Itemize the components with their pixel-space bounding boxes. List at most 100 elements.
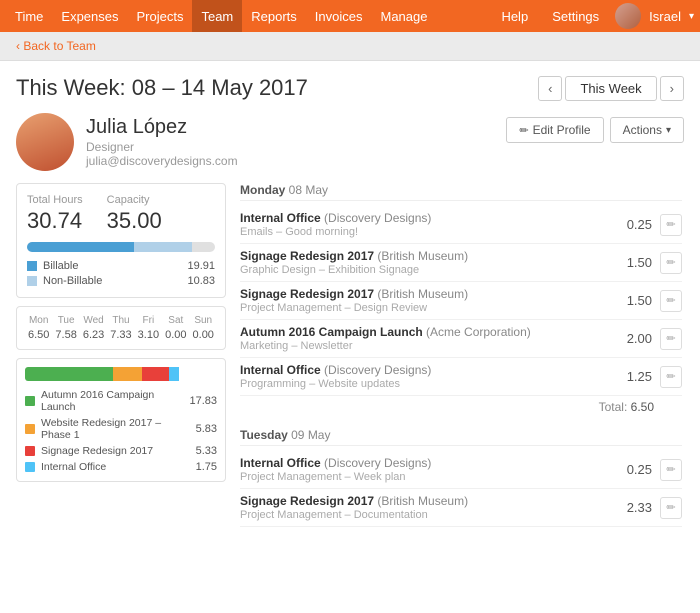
back-to-team-link[interactable]: ‹ Back to Team (16, 39, 96, 53)
entry-client: (British Museum) (377, 494, 468, 508)
breakdown-dot (25, 424, 35, 434)
entry-edit-button[interactable]: ✏ (660, 290, 682, 312)
breakdown-bar (25, 367, 217, 381)
profile-role: Designer (86, 140, 238, 154)
entry-info: Signage Redesign 2017 (British Museum) P… (240, 287, 614, 314)
nav-username[interactable]: Israel (649, 9, 681, 24)
time-entry: Signage Redesign 2017 (British Museum) P… (240, 282, 682, 320)
nav-item-expenses[interactable]: Expenses (52, 0, 127, 32)
pencil-icon: ✏ (519, 124, 528, 137)
entry-sub: Graphic Design – Exhibition Signage (240, 264, 614, 276)
nav-item-team[interactable]: Team (192, 0, 242, 32)
breakdown-legend-item: Signage Redesign 2017 5.33 (25, 445, 217, 457)
entry-edit-button[interactable]: ✏ (660, 214, 682, 236)
breakdown-legend-item: Autumn 2016 Campaign Launch 17.83 (25, 389, 217, 413)
entry-hours: 0.25 (622, 462, 652, 477)
time-entry: Signage Redesign 2017 (British Museum) P… (240, 489, 682, 527)
nonbillable-fill (134, 242, 192, 252)
week-title: This Week: 08 – 14 May 2017 (16, 75, 308, 101)
breakdown-label: Website Redesign 2017 – Phase 1 (41, 417, 190, 441)
day-label: Tue (53, 315, 79, 326)
day-value: 6.50 (26, 329, 52, 341)
day-label: Sun (190, 315, 216, 326)
edit-profile-button[interactable]: ✏ Edit Profile (506, 117, 603, 143)
entry-info: Signage Redesign 2017 (British Museum) P… (240, 494, 614, 521)
entry-info: Internal Office (Discovery Designs) Proj… (240, 456, 614, 483)
profile-email: julia@discoverydesigns.com (86, 154, 238, 168)
nav-item-time[interactable]: Time (6, 0, 52, 32)
entry-sub: Project Management – Documentation (240, 509, 614, 521)
time-entry: Autumn 2016 Campaign Launch (Acme Corpor… (240, 320, 682, 358)
billable-legend-dot (27, 261, 37, 271)
breakdown-bar-segment (25, 367, 113, 381)
entry-sub: Programming – Website updates (240, 378, 614, 390)
breakdown-value: 17.83 (189, 395, 217, 407)
entry-edit-button[interactable]: ✏ (660, 366, 682, 388)
prev-week-button[interactable]: ‹ (538, 76, 562, 101)
total-value: 6.50 (631, 400, 654, 414)
entry-info: Internal Office (Discovery Designs) Emai… (240, 211, 614, 238)
nav-help[interactable]: Help (493, 0, 536, 32)
entry-edit-button[interactable]: ✏ (660, 459, 682, 481)
nav-item-invoices[interactable]: Invoices (306, 0, 372, 32)
day-label: Mon (26, 315, 52, 326)
capacity-value: 35.00 (107, 208, 162, 234)
entry-client: (Discovery Designs) (324, 211, 431, 225)
entry-edit-button[interactable]: ✏ (660, 252, 682, 274)
nav-item-manage[interactable]: Manage (372, 0, 437, 32)
time-entry: Internal Office (Discovery Designs) Emai… (240, 206, 682, 244)
breakdown-bar-segment (142, 367, 169, 381)
profile-name: Julia López (86, 116, 238, 139)
entry-title: Autumn 2016 Campaign Launch (Acme Corpor… (240, 325, 614, 339)
billable-legend-value: 19.91 (187, 260, 215, 272)
entry-title: Internal Office (Discovery Designs) (240, 456, 614, 470)
nonbillable-legend-dot (27, 276, 37, 286)
day-label: Thu (108, 315, 134, 326)
billable-fill (27, 242, 134, 252)
nav-settings[interactable]: Settings (544, 0, 607, 32)
next-week-button[interactable]: › (660, 76, 684, 101)
breakdown-label: Autumn 2016 Campaign Launch (41, 389, 183, 413)
breakdown-label: Internal Office (41, 461, 190, 473)
entry-client: (Acme Corporation) (426, 325, 531, 339)
breakdown-value: 1.75 (196, 461, 217, 473)
day-value: 7.33 (108, 329, 134, 341)
breakdown-card: Autumn 2016 Campaign Launch 17.83 Websit… (16, 358, 226, 482)
day-label: Sat (163, 315, 189, 326)
top-nav: Time Expenses Projects Team Reports Invo… (0, 0, 700, 32)
entry-edit-button[interactable]: ✏ (660, 497, 682, 519)
entry-title: Internal Office (Discovery Designs) (240, 363, 614, 377)
nonbillable-legend-value: 10.83 (187, 275, 215, 287)
day-heading: Tuesday 09 May (240, 428, 682, 446)
entry-hours: 2.33 (622, 500, 652, 515)
day-value: 3.10 (135, 329, 161, 341)
day-value: 7.58 (53, 329, 79, 341)
nav-item-projects[interactable]: Projects (128, 0, 193, 32)
breakdown-value: 5.33 (196, 445, 217, 457)
breakdown-dot (25, 396, 35, 406)
entry-hours: 1.50 (622, 293, 652, 308)
entry-client: (British Museum) (377, 249, 468, 263)
day-section: Monday 08 May Internal Office (Discovery… (240, 183, 682, 418)
actions-button[interactable]: Actions ▾ (610, 117, 684, 143)
nav-item-reports[interactable]: Reports (242, 0, 306, 32)
entry-sub: Project Management – Week plan (240, 471, 614, 483)
total-hours-label: Total Hours (27, 194, 83, 206)
avatar[interactable] (615, 3, 641, 29)
entry-hours: 1.25 (622, 369, 652, 384)
time-entry: Internal Office (Discovery Designs) Prog… (240, 358, 682, 396)
entry-hours: 1.50 (622, 255, 652, 270)
week-label: This Week (565, 76, 656, 101)
entry-info: Autumn 2016 Campaign Launch (Acme Corpor… (240, 325, 614, 352)
actions-chevron-icon: ▾ (666, 125, 671, 136)
entry-hours: 0.25 (622, 217, 652, 232)
entry-client: (Discovery Designs) (324, 363, 431, 377)
entry-sub: Emails – Good morning! (240, 226, 614, 238)
entry-edit-button[interactable]: ✏ (660, 328, 682, 350)
nonbillable-legend-label: Non-Billable (43, 275, 181, 287)
time-entry: Signage Redesign 2017 (British Museum) G… (240, 244, 682, 282)
nav-chevron-icon: ▾ (689, 11, 694, 22)
hours-card: Total Hours 30.74 Capacity 35.00 (16, 183, 226, 298)
day-value: 0.00 (163, 329, 189, 341)
breakdown-legend-item: Internal Office 1.75 (25, 461, 217, 473)
